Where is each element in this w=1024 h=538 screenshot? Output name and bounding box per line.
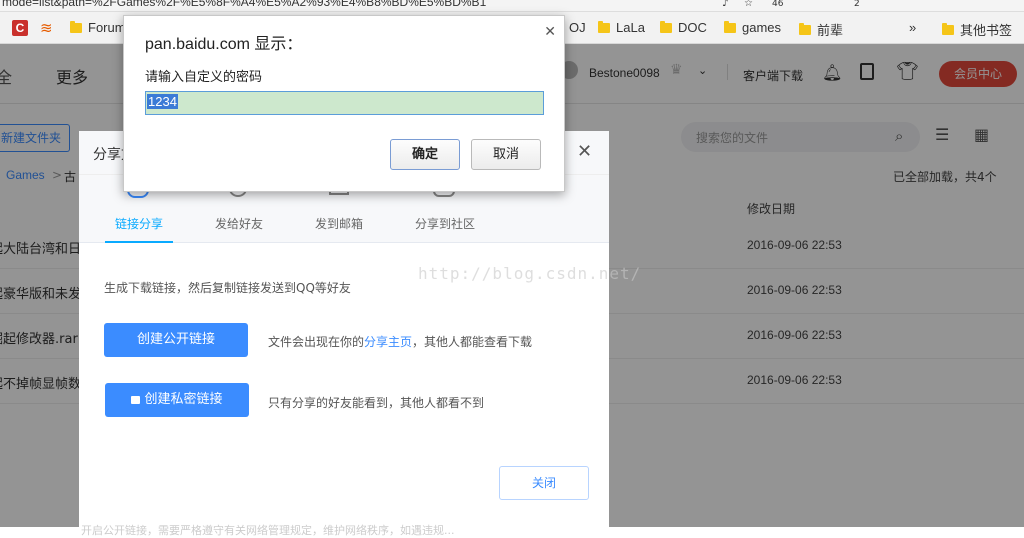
create-public-link-button[interactable]: 创建公开链接 — [104, 323, 248, 357]
extension-icon[interactable]: ♪ — [722, 0, 728, 9]
folder-icon — [724, 20, 736, 33]
stack-icon[interactable]: ≋ — [40, 19, 53, 37]
create-private-link-button[interactable]: 创建私密链接 — [105, 383, 249, 417]
public-link-description: 文件会出现在你的分享主页，其他人都能查看下载 — [268, 335, 533, 349]
tab-link-share[interactable]: 链接分享 — [105, 180, 173, 232]
extension-badge-2[interactable]: 2 — [854, 0, 860, 9]
prompt-message: 请输入自定义的密码 — [145, 70, 263, 85]
extension-badge[interactable]: 46 — [772, 0, 783, 9]
folder-icon — [660, 20, 672, 33]
watermark: http://blog.csdn.net/ — [418, 264, 642, 283]
tab-send-friend[interactable]: 发给好友 — [205, 181, 273, 232]
prompt-dialog: pan.baidu.com 显示： ✕ 请输入自定义的密码 1234 确定 取消 — [123, 15, 565, 192]
bookmark-oj[interactable]: OJ — [569, 20, 586, 35]
private-link-description: 只有分享的好友能看到，其他人都看不到 — [268, 396, 485, 410]
bookmark-senior[interactable]: 前辈 — [799, 20, 843, 39]
bookmark-other[interactable]: 其他书签 — [942, 20, 1012, 39]
folder-icon — [598, 20, 610, 33]
address-bar[interactable]: mode=list&path=%2FGames%2F%E5%8F%A4%E5%A… — [0, 0, 1024, 12]
lock-icon — [131, 396, 141, 404]
input-selected-text: 1234 — [147, 94, 178, 109]
password-input[interactable]: 1234 — [145, 91, 544, 115]
folder-icon — [799, 22, 811, 35]
cancel-button[interactable]: 取消 — [471, 139, 541, 170]
footer-notice: 开启公开链接，需要严格遵守有关网络管理规定，维护网络秩序，如遇违规... — [81, 524, 455, 537]
close-icon[interactable]: ✕ — [544, 24, 556, 40]
ok-button[interactable]: 确定 — [390, 139, 460, 170]
csdn-icon[interactable]: C — [12, 20, 28, 36]
bookmark-lala[interactable]: LaLa — [598, 20, 645, 35]
close-button[interactable]: 关闭 — [499, 466, 589, 500]
bookmark-forum[interactable]: Forum — [70, 20, 126, 35]
share-home-link[interactable]: 分享主页 — [364, 335, 412, 349]
browser-extension-icons: ♪ ☆ 46 2 — [694, 0, 1024, 11]
bookmark-games[interactable]: games — [724, 20, 781, 35]
close-icon[interactable]: ✕ — [577, 141, 592, 162]
active-tab-indicator — [105, 241, 173, 243]
folder-icon — [70, 20, 82, 33]
share-hint: 生成下载链接，然后复制链接发送到QQ等好友 — [104, 281, 351, 295]
tab-share-community[interactable]: 分享到社区 — [405, 181, 485, 232]
bookmark-doc[interactable]: DOC — [660, 20, 707, 35]
tab-send-email[interactable]: 发到邮箱 — [305, 181, 373, 232]
bookmarks-overflow-chevron[interactable]: » — [909, 20, 916, 35]
folder-icon — [942, 22, 954, 35]
prompt-title: pan.baidu.com 显示： — [145, 36, 303, 53]
url-text: mode=list&path=%2FGames%2F%E5%8F%A4%E5%A… — [2, 0, 487, 9]
star-icon[interactable]: ☆ — [744, 0, 753, 9]
